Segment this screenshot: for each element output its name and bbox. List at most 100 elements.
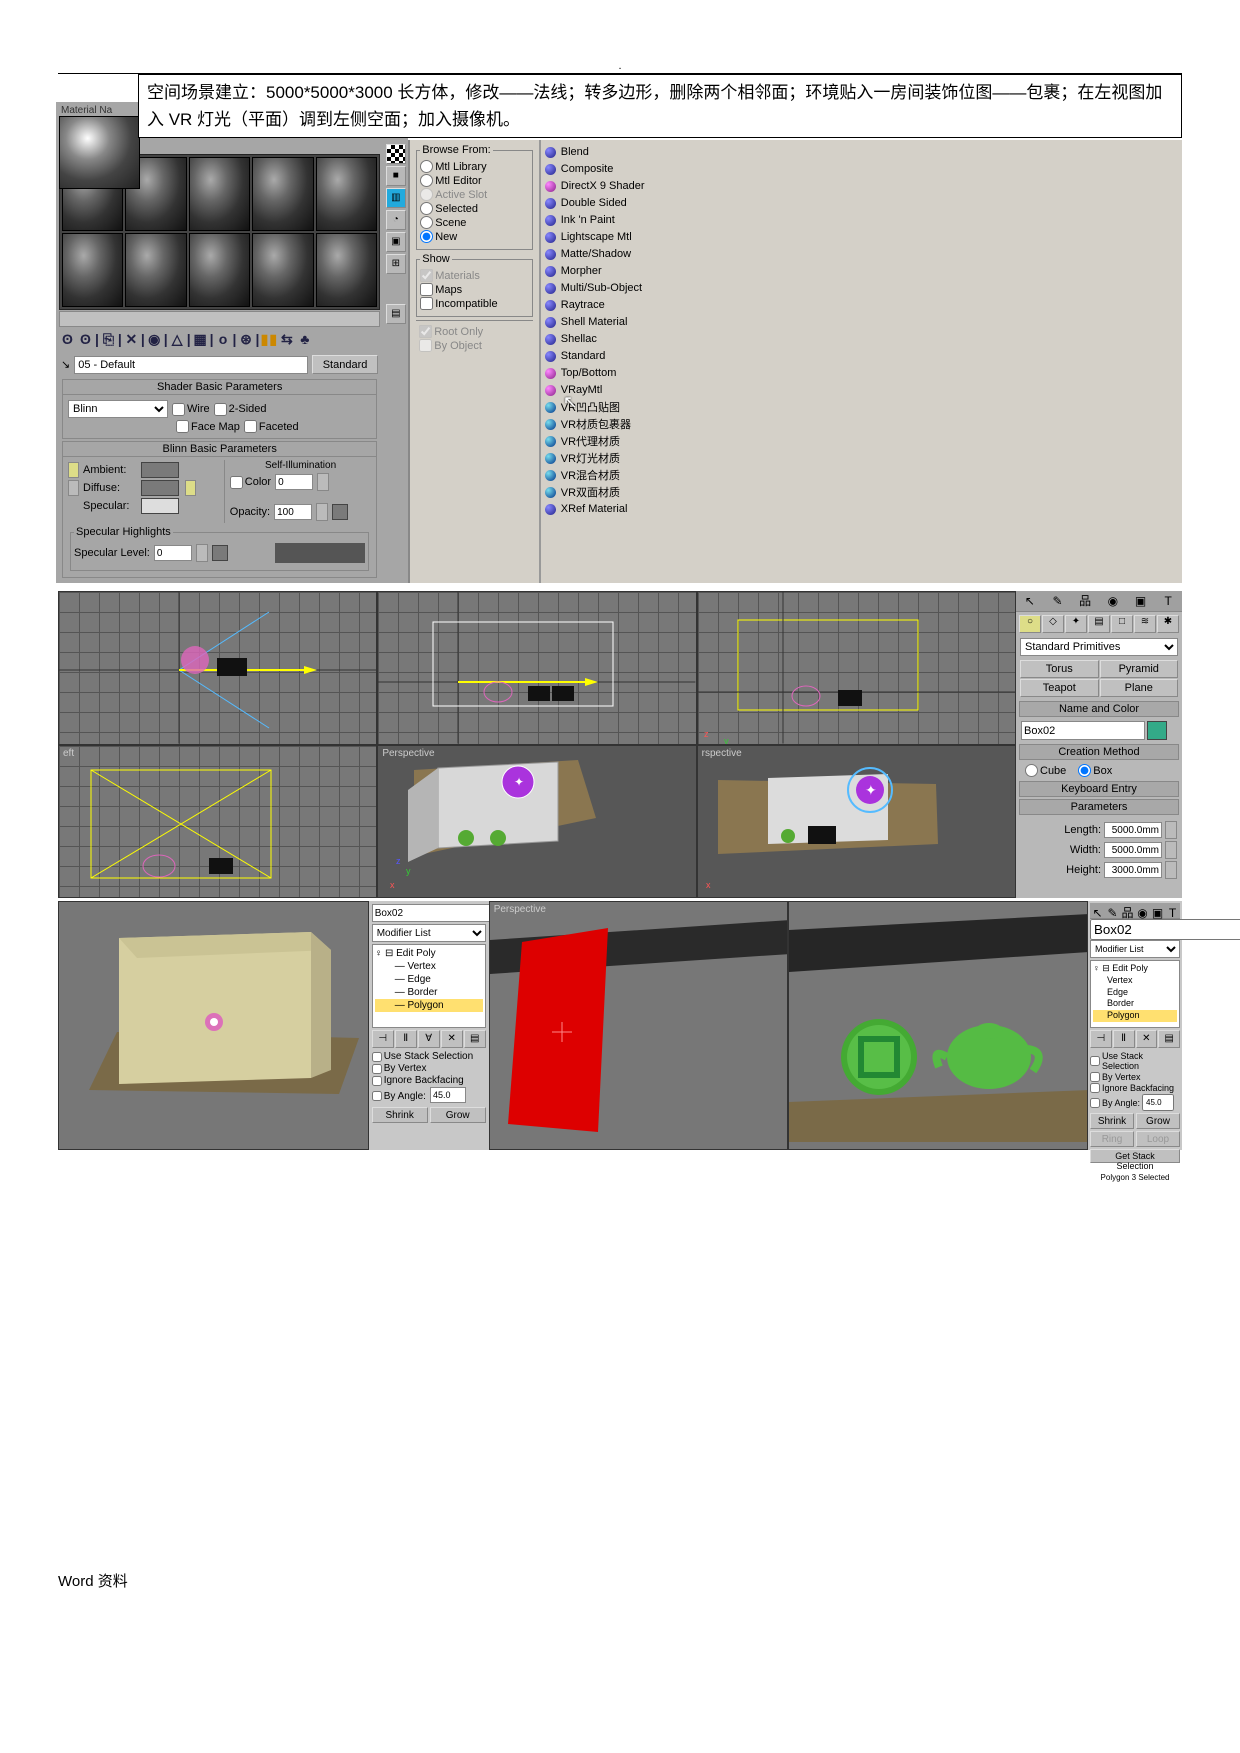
space-cat[interactable]: ≋ bbox=[1134, 615, 1156, 633]
unique-icon[interactable]: ∀ bbox=[418, 1030, 440, 1048]
spinner[interactable] bbox=[1165, 861, 1177, 879]
material-type-item[interactable]: XRef Material bbox=[545, 501, 755, 517]
tool-icon[interactable]: ʘ bbox=[59, 331, 77, 347]
material-type-item[interactable]: Shellac bbox=[545, 331, 755, 347]
spinner[interactable] bbox=[196, 544, 208, 562]
material-type-item[interactable]: VR混合材质 bbox=[545, 467, 755, 483]
modifier-list[interactable]: Modifier List bbox=[372, 924, 486, 942]
viewport-perspective2[interactable]: rspective ✦x bbox=[697, 745, 1016, 899]
by-vertex-checkbox[interactable] bbox=[372, 1064, 382, 1074]
material-type-item[interactable]: Matte/Shadow bbox=[545, 246, 755, 262]
helper-cat[interactable]: □ bbox=[1111, 615, 1133, 633]
facemap-checkbox[interactable] bbox=[176, 420, 189, 433]
tool-icon[interactable]: ✕ bbox=[123, 331, 141, 348]
angle-input[interactable] bbox=[1142, 1094, 1174, 1111]
lock-icon[interactable] bbox=[68, 462, 79, 478]
spinner[interactable] bbox=[1165, 821, 1177, 839]
2sided-checkbox[interactable] bbox=[214, 403, 227, 416]
wire-checkbox[interactable] bbox=[172, 403, 185, 416]
loop-button[interactable]: Loop bbox=[1136, 1131, 1180, 1147]
material-type-item[interactable]: Multi/Sub-Object bbox=[545, 280, 755, 296]
geom-cat[interactable]: ○ bbox=[1019, 615, 1041, 633]
viewport-perspective[interactable]: Perspective ✦xyz bbox=[377, 745, 696, 899]
viewport-box[interactable] bbox=[58, 901, 369, 1150]
display-tab[interactable]: ▣ bbox=[1150, 903, 1165, 918]
tool-icon[interactable]: ⊛ bbox=[237, 331, 255, 348]
material-type-item[interactable]: Blend bbox=[545, 144, 755, 160]
color-checkbox[interactable] bbox=[230, 476, 243, 489]
tool-icon[interactable]: ⊞ bbox=[386, 254, 406, 274]
modifier-list[interactable]: Modifier List bbox=[1090, 940, 1180, 958]
obj-name[interactable] bbox=[372, 904, 492, 922]
tool-icon[interactable]: ♣ bbox=[296, 331, 314, 347]
shrink-button[interactable]: Shrink bbox=[1090, 1113, 1134, 1129]
material-type-item[interactable]: Top/Bottom bbox=[545, 365, 755, 381]
material-type-item[interactable]: Morpher bbox=[545, 263, 755, 279]
maps-checkbox[interactable] bbox=[420, 283, 433, 296]
color-swatch[interactable] bbox=[1147, 721, 1167, 740]
height-input[interactable] bbox=[1104, 862, 1162, 878]
box-radio[interactable] bbox=[1078, 764, 1091, 777]
length-input[interactable] bbox=[1104, 822, 1162, 838]
by-angle-checkbox[interactable] bbox=[1090, 1098, 1100, 1108]
shape-cat[interactable]: ◇ bbox=[1042, 615, 1064, 633]
tool-icon[interactable]: ▦ bbox=[192, 331, 210, 348]
width-input[interactable] bbox=[1104, 842, 1162, 858]
shrink-button[interactable]: Shrink bbox=[372, 1107, 428, 1123]
create-tab[interactable]: ↖ bbox=[1016, 591, 1044, 611]
motion-tab[interactable]: ◉ bbox=[1099, 591, 1127, 611]
tool-icon[interactable]: ⇆ bbox=[278, 331, 296, 348]
tool-icon[interactable]: △ bbox=[169, 331, 187, 348]
ignore-bf-checkbox[interactable] bbox=[372, 1076, 382, 1086]
incompatible-checkbox[interactable] bbox=[420, 297, 433, 310]
tool-icon[interactable]: ▤ bbox=[386, 304, 406, 324]
opacity-map-button[interactable] bbox=[332, 504, 348, 520]
spec-level-value[interactable] bbox=[154, 545, 192, 561]
use-stack-checkbox[interactable] bbox=[1090, 1056, 1100, 1066]
ignore-bf-checkbox[interactable] bbox=[1090, 1083, 1100, 1093]
keyboard-entry-rollout[interactable]: Keyboard Entry bbox=[1019, 781, 1179, 797]
material-type-item[interactable]: VR灯光材质 bbox=[545, 450, 755, 466]
viewport-left2[interactable]: eft bbox=[58, 745, 377, 899]
rollout-blinn-basic[interactable]: Blinn Basic Parameters bbox=[63, 442, 376, 457]
spinner[interactable] bbox=[317, 473, 329, 491]
material-slot[interactable] bbox=[125, 233, 186, 307]
utilities-tab[interactable]: T bbox=[1165, 903, 1180, 918]
tool-icon[interactable]: ⎘ bbox=[100, 331, 118, 348]
by-vertex-checkbox[interactable] bbox=[1090, 1072, 1100, 1082]
spinner[interactable] bbox=[1165, 841, 1177, 859]
primitives-dropdown[interactable]: Standard Primitives bbox=[1020, 638, 1178, 656]
grow-button[interactable]: Grow bbox=[430, 1107, 486, 1123]
parameters-rollout[interactable]: Parameters bbox=[1019, 799, 1179, 815]
tool-icon[interactable]: ◔ bbox=[386, 210, 406, 230]
material-slot[interactable] bbox=[252, 157, 313, 231]
material-type-item[interactable]: DirectX 9 Shader bbox=[545, 178, 755, 194]
material-type-item[interactable]: VR双面材质 bbox=[545, 484, 755, 500]
rollout-shader-basic[interactable]: Shader Basic Parameters bbox=[63, 380, 376, 395]
material-type-item[interactable]: VR代理材质 bbox=[545, 433, 755, 449]
material-type-item[interactable]: VR凹凸贴图 bbox=[545, 399, 755, 415]
sample-icon[interactable]: ■ bbox=[386, 166, 406, 186]
scrollbar[interactable] bbox=[59, 311, 380, 327]
show-icon[interactable]: Ⅱ bbox=[395, 1030, 417, 1048]
material-type-item[interactable]: Composite bbox=[545, 161, 755, 177]
new-radio[interactable] bbox=[420, 230, 433, 243]
get-stack-button[interactable]: Get Stack Selection bbox=[1090, 1149, 1180, 1163]
modify-tab[interactable]: ✎ bbox=[1044, 591, 1072, 611]
remove-icon[interactable]: ✕ bbox=[441, 1030, 463, 1048]
ambient-swatch[interactable] bbox=[141, 462, 179, 478]
display-tab[interactable]: ▣ bbox=[1127, 591, 1155, 611]
scene-radio[interactable] bbox=[420, 216, 433, 229]
object-name-input[interactable] bbox=[1021, 721, 1145, 740]
material-slot[interactable] bbox=[252, 233, 313, 307]
spinner[interactable] bbox=[316, 503, 328, 521]
grow-button[interactable]: Grow bbox=[1136, 1113, 1180, 1129]
angle-input[interactable] bbox=[430, 1087, 466, 1103]
material-type-item[interactable]: Shell Material bbox=[545, 314, 755, 330]
viewport-top[interactable] bbox=[58, 591, 377, 745]
material-slot[interactable] bbox=[62, 233, 123, 307]
cube-radio[interactable] bbox=[1025, 764, 1038, 777]
use-stack-checkbox[interactable] bbox=[372, 1052, 382, 1062]
hierarchy-tab[interactable]: 品 bbox=[1120, 903, 1135, 918]
mtl-editor-radio[interactable] bbox=[420, 174, 433, 187]
